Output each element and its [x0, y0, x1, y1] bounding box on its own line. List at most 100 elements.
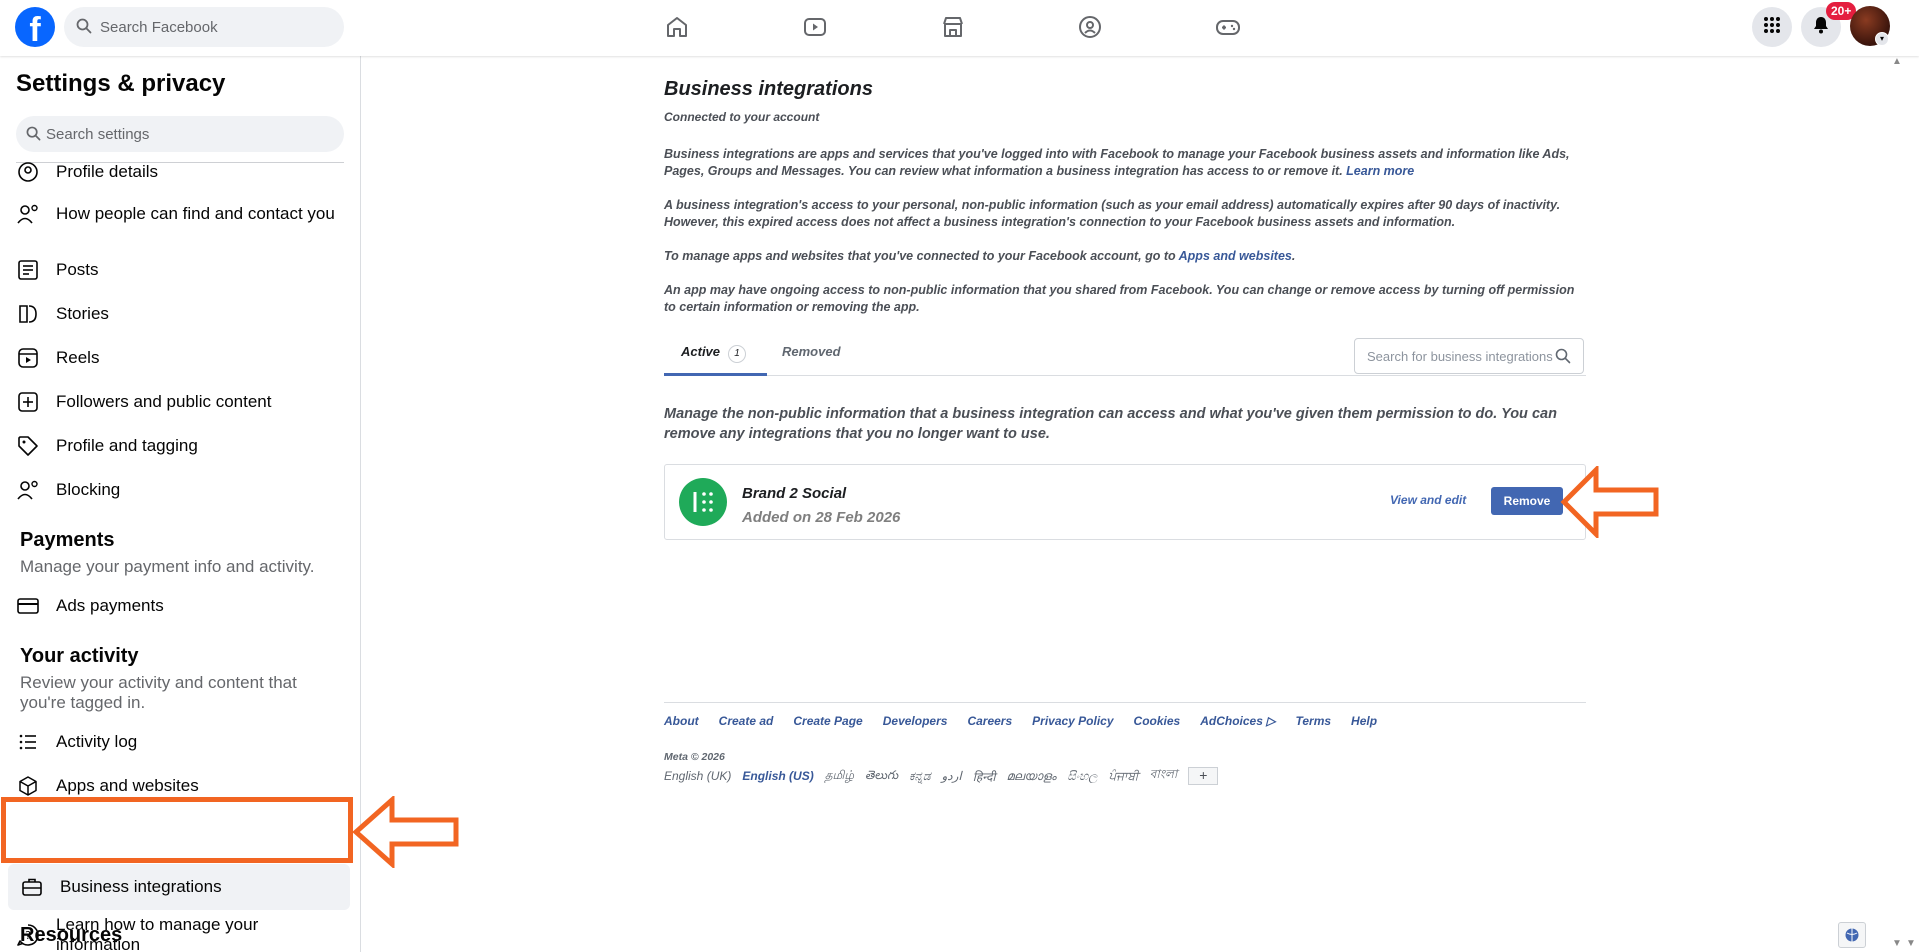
sidebar-item-profile-tagging[interactable]: Profile and tagging: [16, 434, 346, 458]
search-icon: [76, 18, 92, 39]
sidebar-item-label: Apps and websites: [56, 776, 199, 795]
footer-link-create-ad[interactable]: Create ad: [719, 714, 774, 728]
highlight-box: [1, 797, 353, 863]
video-icon[interactable]: [798, 10, 832, 44]
sidebar-item-profile-details[interactable]: Profile details: [16, 160, 346, 184]
scroll-down-icon-2[interactable]: ▼: [1906, 938, 1916, 949]
language-option-current[interactable]: English (US): [742, 769, 813, 783]
top-navigation-bar: f 20+ ▾: [0, 0, 1919, 56]
language-selector: English (UK) English (US) தமிழ் తెలుగు ಕ…: [664, 766, 1219, 786]
sidebar-item-posts[interactable]: Posts: [16, 258, 346, 282]
tab-active[interactable]: Active 1: [664, 332, 767, 376]
sidebar-item-label: Reels: [56, 348, 100, 367]
payments-subtitle: Manage your payment info and activity.: [20, 557, 315, 576]
language-option[interactable]: ਪੰਜਾਬੀ: [1108, 769, 1138, 784]
footer-link-create-page[interactable]: Create Page: [793, 714, 862, 728]
sidebar-item-label: Stories: [56, 304, 109, 323]
sidebar-item-followers[interactable]: Followers and public content: [16, 390, 346, 414]
footer-link-careers[interactable]: Careers: [967, 714, 1012, 728]
view-edit-link[interactable]: View and edit: [1390, 493, 1466, 507]
posts-icon: [16, 258, 40, 282]
blocking-icon: [16, 478, 40, 502]
globe-icon[interactable]: [1838, 922, 1866, 948]
footer-link-developers[interactable]: Developers: [883, 714, 948, 728]
footer-link-adchoices[interactable]: AdChoices ▷: [1200, 714, 1275, 728]
description-paragraph-1: Business integrations are apps and servi…: [664, 146, 1586, 180]
sidebar-item-label: Activity log: [56, 732, 138, 751]
paragraph-text: Business integrations are apps and servi…: [664, 147, 1570, 178]
gaming-icon[interactable]: [1211, 10, 1245, 44]
language-option[interactable]: తెలుగు: [865, 768, 898, 785]
language-option[interactable]: English (UK): [664, 769, 731, 783]
stories-icon: [16, 302, 40, 326]
card-icon: [16, 594, 40, 618]
list-icon: [16, 730, 40, 754]
marketplace-icon[interactable]: [936, 10, 970, 44]
settings-search-input[interactable]: [46, 116, 336, 152]
sidebar-item-label: Profile details: [56, 162, 159, 181]
sidebar-item-label: Ads payments: [56, 596, 164, 615]
sidebar-item-stories[interactable]: Stories: [16, 302, 346, 326]
footer-link-about[interactable]: About: [664, 714, 699, 728]
facebook-logo[interactable]: f: [15, 7, 55, 47]
people-search-icon: [16, 202, 40, 226]
facebook-search-input[interactable]: [100, 7, 336, 47]
home-icon[interactable]: [660, 10, 694, 44]
apps-websites-link[interactable]: Apps and websites: [1179, 249, 1292, 263]
integration-search-input[interactable]: [1367, 339, 1553, 373]
search-icon: [1555, 348, 1571, 369]
grid-icon: [1762, 15, 1782, 40]
groups-icon[interactable]: [1073, 10, 1107, 44]
your-activity-subtitle: Review your activity and content that yo…: [20, 673, 297, 712]
language-option[interactable]: বাংলা: [1150, 766, 1178, 786]
language-option[interactable]: සිංහල: [1067, 769, 1097, 784]
language-option[interactable]: ಕನ್ನಡ: [909, 769, 930, 784]
payments-heading: Payments: [20, 529, 115, 551]
more-languages-button[interactable]: +: [1188, 767, 1219, 785]
sidebar-item-reels[interactable]: Reels: [16, 346, 346, 370]
sidebar-item-blocking[interactable]: Blocking: [16, 478, 346, 502]
scroll-down-icon[interactable]: ▼: [1892, 938, 1902, 949]
language-option[interactable]: தமிழ்: [825, 768, 854, 784]
user-icon: [16, 160, 40, 184]
your-activity-heading: Your activity: [20, 645, 139, 667]
settings-search[interactable]: [16, 116, 344, 152]
scroll-up-icon[interactable]: ▲: [1892, 56, 1902, 67]
chevron-down-icon[interactable]: ▾: [1875, 32, 1889, 46]
integration-search[interactable]: [1354, 338, 1584, 374]
language-option[interactable]: മലയാളം: [1006, 769, 1056, 784]
description-paragraph-3: To manage apps and websites that you've …: [664, 248, 1586, 265]
tab-removed[interactable]: Removed: [782, 332, 841, 376]
language-option[interactable]: اردو: [942, 769, 962, 783]
plus-square-icon: [16, 390, 40, 414]
sidebar-item-find-contact[interactable]: How people can find and contact you: [16, 202, 346, 226]
adchoices-label: AdChoices: [1200, 714, 1263, 728]
cube-icon: [16, 774, 40, 798]
footer-link-cookies[interactable]: Cookies: [1134, 714, 1181, 728]
sidebar-item-label: Posts: [56, 260, 99, 279]
sidebar-title: Settings & privacy: [16, 70, 226, 97]
sidebar-item-business-integrations[interactable]: Business integrations: [8, 864, 350, 910]
language-option[interactable]: हिन्दी: [973, 768, 996, 785]
footer-divider: [664, 702, 1586, 703]
learn-more-link[interactable]: Learn more: [1346, 164, 1414, 178]
sidebar-item-label: Profile and tagging: [56, 436, 198, 455]
remove-button[interactable]: Remove: [1491, 487, 1563, 515]
page-subtitle: Connected to your account: [664, 110, 820, 124]
facebook-search[interactable]: [64, 7, 344, 47]
footer-link-help[interactable]: Help: [1351, 714, 1377, 728]
sidebar-item-label: Business integrations: [60, 877, 222, 896]
integration-card: Brand 2 Social Added on 28 Feb 2026 View…: [664, 464, 1586, 540]
sidebar-item-ads-payments[interactable]: Ads payments: [16, 594, 346, 618]
page-title: Business integrations: [664, 78, 873, 100]
footer-link-privacy[interactable]: Privacy Policy: [1032, 714, 1113, 728]
sidebar-item-apps-websites[interactable]: Apps and websites: [16, 774, 346, 798]
sidebar-item-activity-log[interactable]: Activity log: [16, 730, 346, 754]
menu-grid-button[interactable]: [1752, 7, 1792, 47]
search-icon: [26, 126, 41, 146]
description-paragraph-2: A business integration's access to your …: [664, 198, 1561, 229]
resources-heading: Resources: [20, 924, 123, 946]
tab-count-badge: 1: [728, 345, 747, 363]
footer-link-terms[interactable]: Terms: [1295, 714, 1331, 728]
adchoices-icon: ▷: [1262, 714, 1276, 728]
